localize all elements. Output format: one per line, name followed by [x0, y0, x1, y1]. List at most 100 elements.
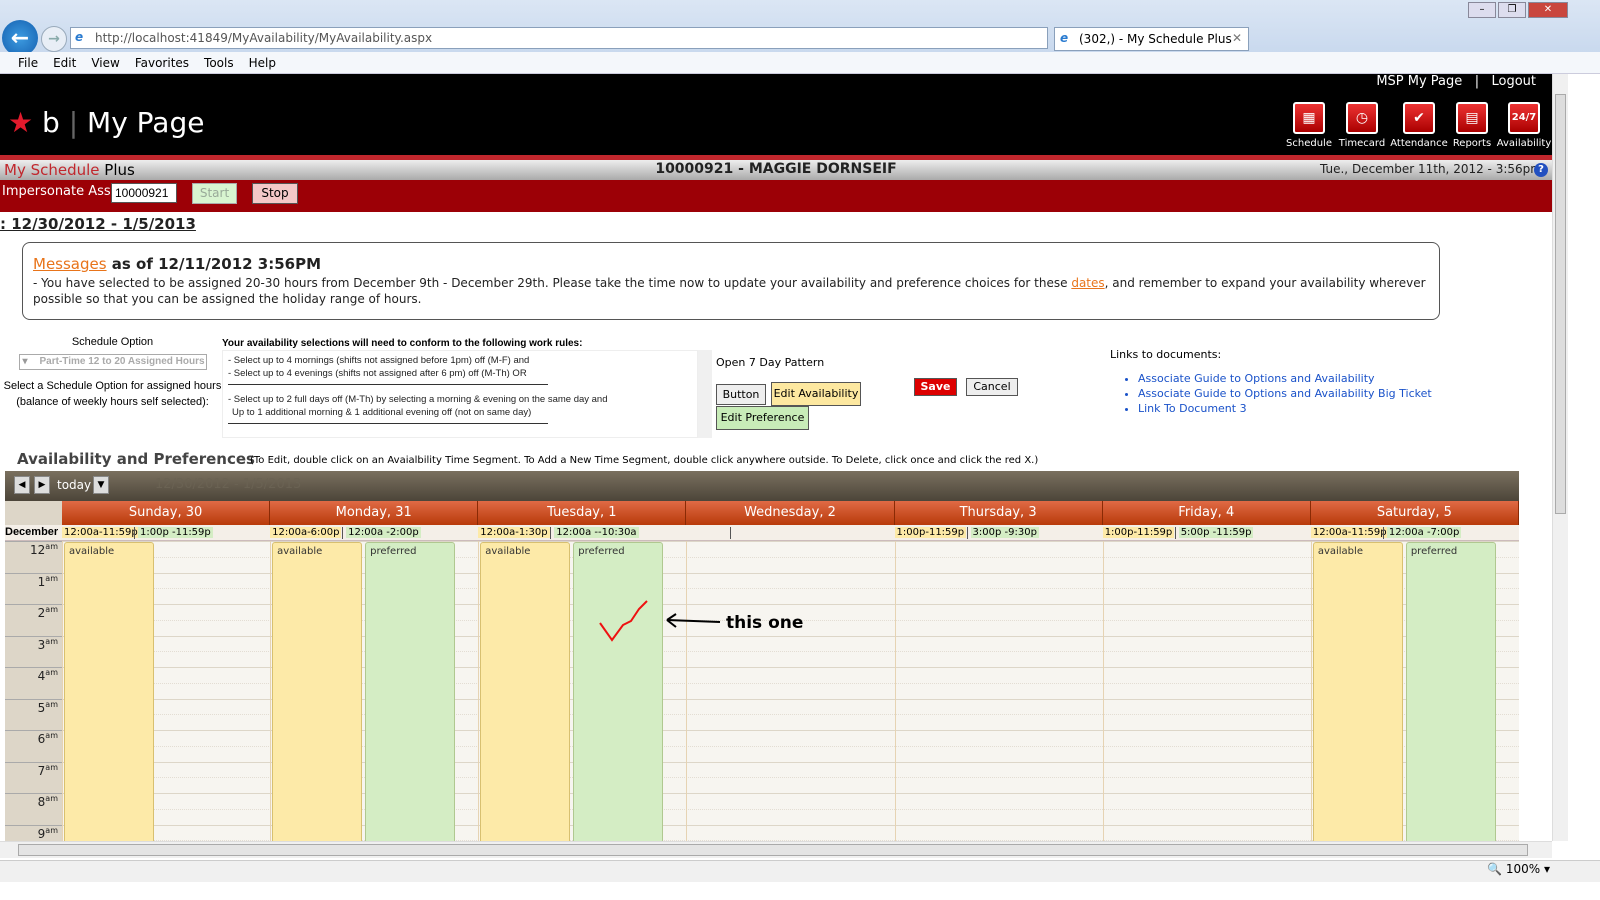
generic-button[interactable]: Button — [716, 384, 766, 405]
availability-instructions: (To Edit, double click on an Avaialbilit… — [250, 455, 1039, 466]
day-headers: Sunday, 30 Monday, 31 Tuesday, 1 Wednesday,… — [62, 501, 1519, 525]
day-header[interactable]: Sunday, 30 — [62, 501, 271, 525]
available-segment[interactable]: available — [272, 542, 363, 841]
help-icon[interactable]: ? — [1534, 163, 1548, 177]
preference-summary[interactable]: 5:00p -11:59p — [1178, 527, 1254, 538]
available-segment[interactable]: available — [1312, 542, 1403, 841]
rule-line: Up to 1 additional morning & 1 additiona… — [232, 407, 532, 418]
rule-line: - Select up to 2 full days off (M-Th) by… — [228, 394, 608, 405]
schedule-option-help: Select a Schedule Option for assigned ho… — [3, 380, 222, 392]
preference-summary[interactable]: 3:00p -9:30p — [970, 527, 1039, 538]
browser-tab[interactable]: e (302,) - My Schedule Plus ✕ — [1054, 27, 1249, 51]
zoom-level[interactable]: 🔍 100% ▾ — [1487, 862, 1550, 876]
prev-week-button[interactable]: ◀ — [14, 476, 30, 494]
view-dropdown-button[interactable]: ▼ — [93, 476, 109, 494]
menu-view[interactable]: View — [91, 52, 128, 73]
status-bar — [0, 860, 1600, 882]
day-column-line — [270, 541, 272, 841]
vertical-scrollbar[interactable] — [1552, 74, 1568, 841]
close-tab-icon[interactable]: ✕ — [1232, 31, 1242, 45]
calendar-toolbar: ◀ ▶ today ▼ 12/30/2012 - 1/5/2013 — [5, 471, 1519, 501]
month-label: December — [5, 526, 59, 538]
menu-file[interactable]: File — [18, 52, 47, 73]
day-header[interactable]: Monday, 31 — [270, 501, 479, 525]
logout-link[interactable]: Logout — [1491, 74, 1536, 89]
star-icon: ★ — [8, 106, 34, 139]
separator — [550, 527, 552, 539]
rules-textarea[interactable]: - Select up to 4 mornings (shifts not as… — [222, 350, 712, 438]
messages-title: as of 12/11/2012 3:56PM — [106, 255, 322, 273]
availability-summary[interactable]: 12:00a-11:59p — [1310, 527, 1389, 538]
availability-summary[interactable]: 12:00a-6:00p — [270, 527, 342, 538]
hour-label: 5am — [5, 698, 62, 731]
impersonate-input[interactable] — [111, 183, 177, 203]
stop-button[interactable]: Stop — [252, 183, 298, 204]
minimize-button[interactable]: – — [1468, 2, 1496, 18]
page-title: My Page — [87, 106, 205, 139]
menu-favorites[interactable]: Favorites — [135, 52, 198, 73]
preferred-segment[interactable]: preferred — [1405, 542, 1496, 841]
document-link[interactable]: Associate Guide to Options and Availabil… — [1138, 386, 1432, 401]
rule-line: - Select up to 4 evenings (shifts not as… — [228, 368, 527, 379]
day-header[interactable]: Tuesday, 1 — [478, 501, 687, 525]
logo[interactable]: ★ b | My Page — [8, 106, 204, 139]
preference-summary[interactable]: 12:00a -7:00p — [1386, 527, 1462, 538]
availability-summary[interactable]: 1:00p-11:59p — [1102, 527, 1175, 538]
dates-link[interactable]: dates — [1071, 276, 1104, 290]
separator — [1174, 527, 1176, 539]
today-button[interactable]: today — [57, 478, 91, 492]
availability-summary[interactable]: 12:00a-11:59p — [62, 527, 140, 538]
availability-summary[interactable]: 1:00p-11:59p — [894, 527, 967, 538]
separator — [1382, 527, 1384, 539]
zoom-text: 100% — [1505, 862, 1541, 876]
preferred-segment[interactable]: preferred — [573, 542, 664, 841]
rules-heading: Your availability selections will need t… — [222, 338, 583, 349]
available-segment[interactable]: available — [480, 542, 571, 841]
restore-button[interactable]: ❐ — [1498, 2, 1526, 18]
availability-heading: Availability and Preferences — [17, 450, 255, 468]
next-week-button[interactable]: ▶ — [34, 476, 50, 494]
save-button[interactable]: Save — [914, 378, 957, 396]
preference-summary[interactable]: 12:00a -2:00p — [346, 527, 421, 538]
day-header[interactable]: Thursday, 3 — [894, 501, 1103, 525]
hour-label: 3am — [5, 635, 62, 668]
document-link[interactable]: Associate Guide to Options and Availabil… — [1138, 371, 1432, 386]
documents-links: Links to documents: Associate Guide to O… — [1110, 348, 1432, 416]
day-header[interactable]: Wednesday, 2 — [686, 501, 895, 525]
preference-summary[interactable]: 12:00a --10:30a — [554, 527, 639, 538]
edit-preference-button[interactable]: Edit Preference — [716, 406, 809, 430]
preference-summary[interactable]: 1:00p -11:59p — [138, 527, 213, 538]
rule-line: - Select up to 4 mornings (shifts not as… — [228, 355, 530, 366]
edit-availability-button[interactable]: Edit Availability — [771, 382, 861, 406]
day-header[interactable]: Saturday, 5 — [1310, 501, 1519, 525]
back-button[interactable]: ← — [2, 20, 38, 56]
calendar-grid[interactable]: available available preferred available pref… — [62, 541, 1519, 841]
available-segment[interactable]: available — [64, 542, 154, 841]
ie-icon: e — [75, 30, 84, 44]
separator: | — [1474, 74, 1480, 89]
brand-red-text: My Schedule — [4, 161, 100, 179]
documents-heading: Links to documents: — [1110, 348, 1222, 361]
day-header[interactable]: Friday, 4 — [1102, 501, 1311, 525]
window-controls: – ❐ ✕ — [1468, 2, 1568, 18]
close-window-button[interactable]: ✕ — [1528, 2, 1568, 18]
divider — [228, 423, 548, 424]
hour-label: 7am — [5, 761, 62, 794]
schedule-option-select[interactable]: ▾ Part-Time 12 to 20 Assigned Hours — [18, 354, 207, 370]
document-link[interactable]: Link To Document 3 — [1138, 401, 1432, 416]
msp-my-page-link[interactable]: MSP My Page — [1376, 74, 1462, 89]
hour-label: 4am — [5, 667, 62, 699]
nav-availability[interactable]: 24/7 Availability — [1489, 102, 1559, 149]
start-button[interactable]: Start — [192, 183, 237, 204]
address-bar[interactable]: e http://localhost:41849/MyAvailability/M… — [70, 27, 1048, 49]
menu-edit[interactable]: Edit — [53, 52, 85, 73]
horizontal-scrollbar[interactable] — [0, 841, 1552, 858]
menu-tools[interactable]: Tools — [204, 52, 243, 73]
messages-link[interactable]: Messages — [33, 255, 107, 273]
separator — [342, 527, 344, 539]
availability-summary[interactable]: 12:00a-1:30p — [478, 527, 550, 538]
cancel-button[interactable]: Cancel — [966, 378, 1018, 396]
menu-help[interactable]: Help — [249, 52, 285, 73]
forward-button[interactable]: → — [41, 26, 67, 52]
preferred-segment[interactable]: preferred — [365, 542, 456, 841]
